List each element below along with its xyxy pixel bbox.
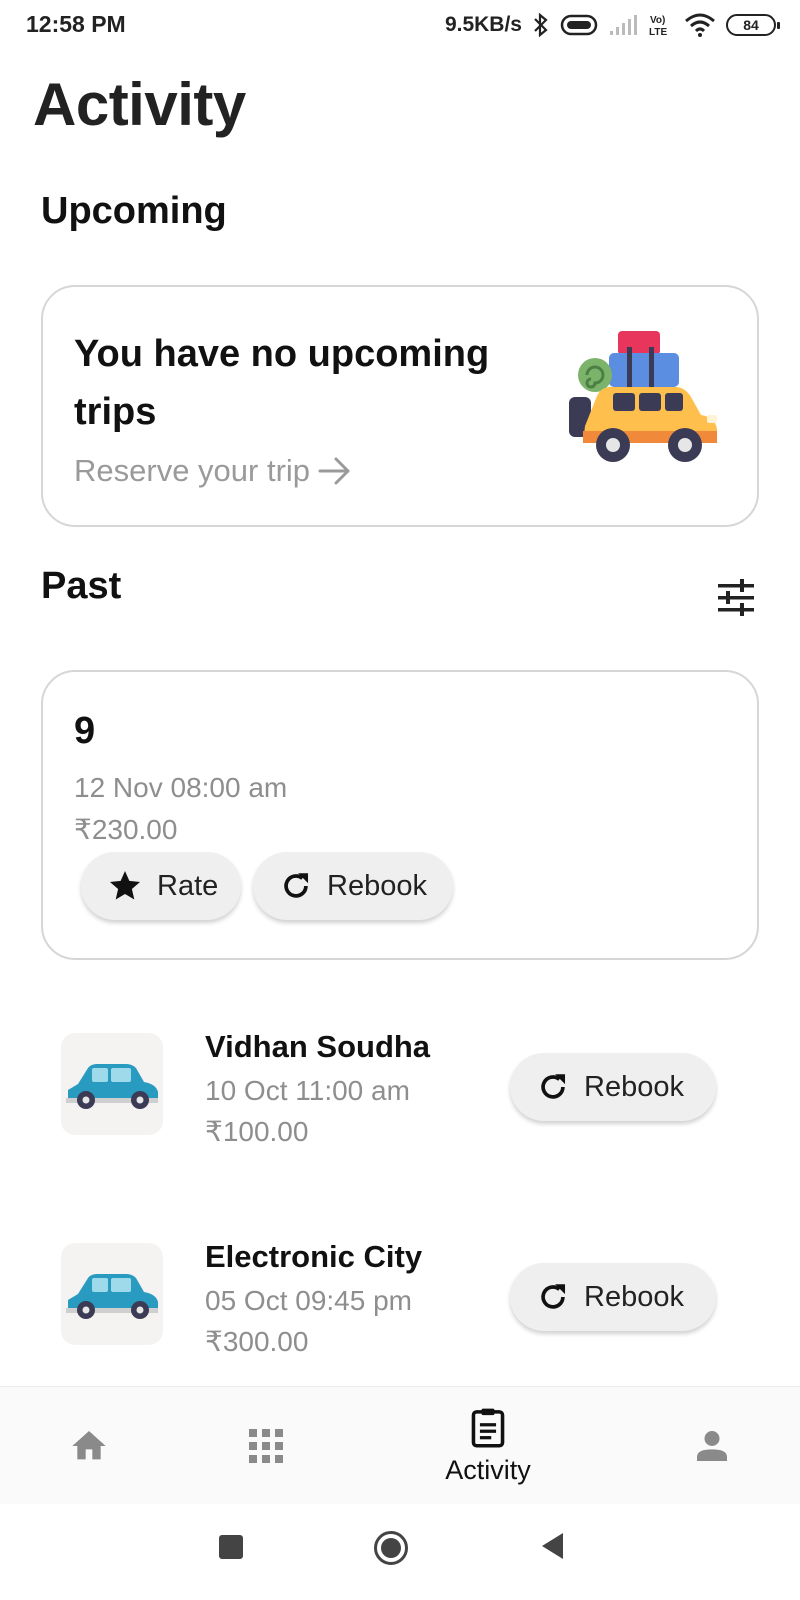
rebook-button[interactable]: Rebook (510, 1263, 716, 1331)
status-time: 12:58 PM (26, 11, 126, 37)
reserve-trip-label: Reserve your trip (74, 453, 311, 488)
bottom-navigation: Activity (0, 1386, 800, 1504)
battery-icon: 84 (726, 14, 780, 36)
upcoming-card: You have no upcoming trips Reserve your … (41, 285, 759, 527)
status-icons: 9.5KB/s Vo) LTE 84 (444, 10, 780, 40)
car-icon (66, 1064, 158, 1109)
clipboard-icon (471, 1408, 505, 1448)
wifi-icon (685, 13, 715, 37)
nav-services[interactable] (226, 1387, 306, 1505)
car-thumbnail (61, 1243, 163, 1345)
home-icon (72, 1431, 106, 1460)
trip-price: ₹230.00 (74, 814, 178, 845)
past-heading: Past (41, 565, 122, 607)
car-icon (66, 1274, 158, 1319)
car-thumbnail (61, 1033, 163, 1135)
refresh-icon (541, 1284, 566, 1309)
trip-price: ₹300.00 (205, 1326, 309, 1357)
volte-icon: Vo) LTE (649, 15, 667, 38)
nav-activity[interactable]: Activity (418, 1387, 558, 1505)
latest-trip-card[interactable]: 9 12 Nov 08:00 am ₹230.00 Rate Rebook (41, 670, 759, 960)
signal-icon (610, 15, 637, 35)
rebook-label: Rebook (327, 869, 427, 902)
battery-level: 84 (743, 17, 759, 33)
no-upcoming-message: You have no upcoming trips (74, 333, 490, 433)
trip-list-item[interactable]: Electronic City 05 Oct 09:45 pm ₹300.00 … (41, 1215, 759, 1375)
svg-text:Vo): Vo) (650, 15, 665, 26)
network-speed: 9.5KB/s (444, 13, 522, 36)
page-title: Activity (33, 71, 246, 138)
tune-icon[interactable] (716, 578, 756, 618)
grid-icon (249, 1429, 283, 1463)
rate-label: Rate (157, 869, 219, 902)
system-navigation-bar (0, 1504, 800, 1600)
nav-account[interactable] (672, 1387, 752, 1505)
status-bar: 12:58 PM 9.5KB/s Vo) LTE 84 (0, 0, 800, 50)
back-icon[interactable] (539, 1531, 567, 1561)
refresh-icon (541, 1074, 566, 1099)
rebook-button[interactable]: Rebook (253, 852, 453, 920)
svg-text:LTE: LTE (649, 27, 667, 38)
rebook-label: Rebook (584, 1280, 684, 1313)
trip-destination: Vidhan Soudha (205, 1029, 431, 1064)
nav-home[interactable] (49, 1387, 129, 1505)
trip-datetime: 10 Oct 11:00 am (205, 1075, 410, 1106)
trip-datetime: 12 Nov 08:00 am (74, 772, 288, 803)
car-luggage-illustration (569, 331, 717, 462)
rebook-button[interactable]: Rebook (510, 1053, 716, 1121)
nav-activity-label: Activity (445, 1454, 531, 1485)
trip-title: 9 (74, 710, 96, 752)
home-circle-icon[interactable] (373, 1530, 409, 1566)
star-icon (110, 871, 140, 900)
trip-datetime: 05 Oct 09:45 pm (205, 1285, 413, 1316)
refresh-icon (284, 873, 309, 898)
bluetooth-icon (534, 12, 548, 38)
upcoming-heading: Upcoming (41, 190, 227, 232)
rebook-label: Rebook (584, 1070, 684, 1103)
trip-price: ₹100.00 (205, 1116, 309, 1147)
arrow-right-icon (318, 457, 350, 485)
rate-button[interactable]: Rate (81, 852, 241, 920)
trip-list-item[interactable]: Vidhan Soudha 10 Oct 11:00 am ₹100.00 Re… (41, 1005, 759, 1165)
reserve-trip-link[interactable]: Reserve your trip (74, 453, 352, 489)
person-icon (697, 1431, 727, 1461)
recents-icon[interactable] (218, 1534, 244, 1560)
vibrate-icon (560, 14, 598, 36)
trip-destination: Electronic City (205, 1239, 423, 1274)
